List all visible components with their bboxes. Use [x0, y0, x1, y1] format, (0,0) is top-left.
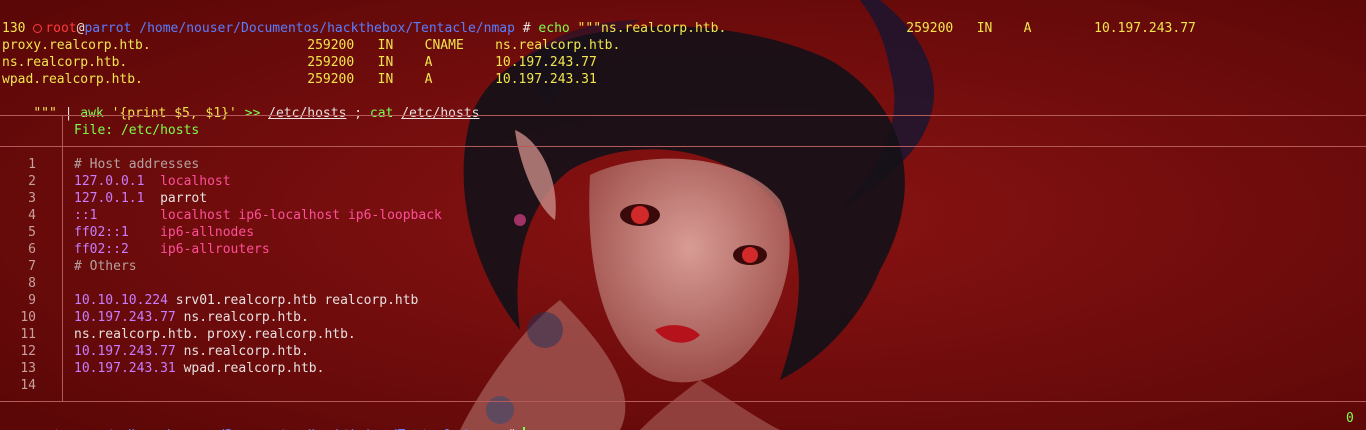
- host-names: localhost ip6-localhost ip6-loopback: [97, 208, 442, 223]
- output-record: ns.realcorp.htb. 259200 IN A 10.197.243.…: [2, 55, 597, 70]
- output-record: proxy.realcorp.htb. 259200 IN CNAME ns.r…: [2, 38, 621, 53]
- prompt-user: root: [45, 21, 77, 36]
- prompt-path: /home/nouser/Documentos/hackthebox/Tenta…: [139, 21, 515, 36]
- tail-file-link[interactable]: /etc/hosts: [268, 106, 346, 121]
- host-ip: 10.197.243.77: [74, 310, 176, 325]
- command-line-1: root@parrot /home/nouser/Documentos/hack…: [2, 3, 1196, 36]
- host-names: wpad.realcorp.htb.: [175, 361, 325, 376]
- host-ip: 10.197.243.77: [74, 344, 176, 359]
- host-names: srv01.realcorp.htb realcorp.htb: [167, 293, 419, 308]
- line-number: 1: [28, 157, 36, 172]
- tail-awk: awk: [80, 106, 104, 121]
- host-ip: 10.10.10.224: [74, 293, 168, 308]
- file-line: ff02::2 ip6-allrouters: [74, 241, 270, 258]
- host-ip: 10.197.243.31: [74, 361, 176, 376]
- tail-file-link[interactable]: /etc/hosts: [401, 106, 479, 121]
- output-record: wpad.realcorp.htb. 259200 IN A 10.197.24…: [2, 72, 597, 87]
- file-line: # Host addresses: [74, 157, 200, 172]
- command-tail: """ | awk '{print $5, $1}' >> /etc/hosts…: [2, 88, 479, 121]
- line-number: 2: [28, 174, 36, 189]
- host-ip: 127.0.1.1: [74, 191, 145, 206]
- file-line: # Others: [74, 259, 137, 274]
- host-ip: ff02::1: [74, 225, 129, 240]
- frame-header-divider: [62, 115, 63, 146]
- command-echo: echo: [538, 21, 570, 36]
- tail-sep: ;: [346, 106, 370, 121]
- tail-awk-arg: '{print $5, $1}': [103, 106, 237, 121]
- host-ip: 127.0.0.1: [74, 174, 145, 189]
- line-number: 13: [20, 361, 36, 376]
- line-number: 8: [28, 276, 36, 291]
- line-number: 3: [28, 191, 36, 206]
- frame-bottom-rule: [0, 401, 1366, 402]
- frame-header-rule: [0, 146, 1366, 147]
- tail-pipe: |: [56, 106, 81, 121]
- prompt-symbol: #: [522, 21, 531, 36]
- tail-redirect: >>: [236, 106, 269, 121]
- command-line-prompt[interactable]: root@parrot /home/nouser/Documentos/hack…: [2, 410, 525, 430]
- host-ip: ::1: [74, 208, 98, 223]
- file-line: 10.10.10.224 srv01.realcorp.htb realcorp…: [74, 292, 418, 309]
- file-line: 10.197.243.77 ns.realcorp.htb.: [74, 343, 309, 360]
- line-number: 14: [20, 378, 36, 393]
- host-names: ip6-allnodes: [128, 225, 255, 240]
- host-names: ip6-allrouters: [128, 242, 270, 257]
- tail-quotes: """: [33, 106, 57, 121]
- tail-cat: cat: [369, 106, 394, 121]
- line-number: 12: [20, 344, 36, 359]
- prompt-host: parrot: [84, 21, 132, 36]
- line-number: 4: [28, 208, 36, 223]
- prompt-status-icon: [33, 24, 43, 33]
- file-line: ::1 localhost ip6-localhost ip6-loopback: [74, 207, 442, 224]
- file-line: 127.0.1.1 parrot: [74, 190, 207, 207]
- file-line: ns.realcorp.htb. proxy.realcorp.htb.: [74, 327, 356, 342]
- line-number: 5: [28, 225, 36, 240]
- file-line: 10.197.243.31 wpad.realcorp.htb.: [74, 360, 324, 377]
- frame-top-rule: [0, 115, 1366, 116]
- host-names: localhost: [144, 174, 231, 189]
- host-ip: ff02::2: [74, 242, 129, 257]
- host-names: parrot: [144, 191, 208, 206]
- file-header: File: /etc/hosts: [74, 123, 200, 138]
- file-line: 127.0.0.1 localhost: [74, 173, 231, 190]
- line-number: 7: [28, 259, 36, 274]
- command-echo-arg: """ns.realcorp.htb. 259200 IN A 10.197.2…: [569, 21, 1196, 36]
- line-number: 6: [28, 242, 36, 257]
- host-names: ns.realcorp.htb.: [175, 344, 309, 359]
- file-line: ff02::1 ip6-allnodes: [74, 224, 254, 241]
- host-names: ns.realcorp.htb.: [175, 310, 309, 325]
- line-number: 9: [28, 293, 36, 308]
- line-number: 10: [20, 310, 36, 325]
- exit-status: 0: [1346, 411, 1354, 426]
- file-content: 1 # Host addresses 2 127.0.0.1 localhost…: [0, 155, 1366, 395]
- file-line: 10.197.243.77 ns.realcorp.htb.: [74, 309, 309, 326]
- line-number: 11: [20, 327, 36, 342]
- output-line-2: 130: [2, 21, 26, 36]
- terminal-output: root@parrot /home/nouser/Documentos/hack…: [0, 0, 1366, 121]
